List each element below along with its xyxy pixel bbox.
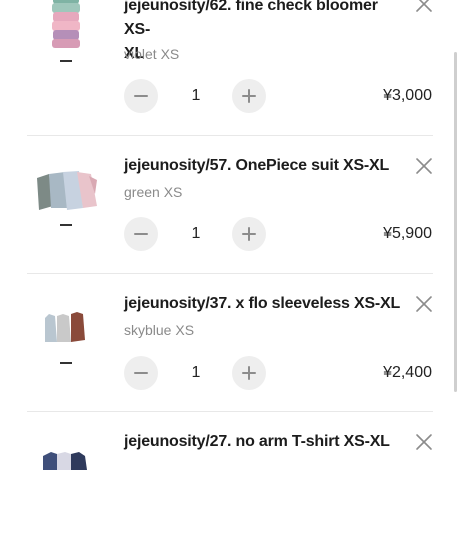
cart-item: jejeunosity/37. x flo sleeveless XS-XL s… bbox=[0, 276, 460, 414]
increase-quantity-button[interactable] bbox=[232, 356, 266, 390]
close-icon bbox=[416, 158, 432, 174]
minus-icon bbox=[134, 95, 148, 97]
decrease-quantity-button[interactable] bbox=[124, 356, 158, 390]
increase-quantity-button[interactable] bbox=[232, 79, 266, 113]
remove-item-button[interactable] bbox=[414, 156, 434, 176]
product-name-line: jejeunosity/57. OnePiece suit XS-XL bbox=[124, 157, 390, 174]
cart-item: jejeunosity/57. OnePiece suit XS-XL gree… bbox=[0, 138, 460, 276]
divider bbox=[27, 135, 433, 136]
product-variant: skyblue XS bbox=[124, 322, 195, 338]
quantity-value: 1 bbox=[191, 364, 201, 381]
minus-icon bbox=[134, 372, 148, 374]
item-price: ¥3,000 bbox=[383, 87, 432, 104]
product-image-tshirt[interactable] bbox=[27, 430, 105, 508]
product-image-bloomer[interactable] bbox=[27, 0, 105, 68]
scrollbar[interactable] bbox=[454, 52, 457, 392]
product-variant: violet XS bbox=[124, 46, 180, 62]
minus-icon bbox=[134, 233, 148, 235]
remove-item-button[interactable] bbox=[414, 0, 434, 14]
quantity-value: 1 bbox=[191, 225, 201, 242]
remove-item-button[interactable] bbox=[414, 432, 434, 452]
product-name[interactable]: jejeunosity/27. no arm T-shirt XS-XL bbox=[124, 430, 406, 454]
product-name[interactable]: jejeunosity/57. OnePiece suit XS-XL bbox=[124, 154, 406, 178]
close-icon bbox=[416, 0, 432, 12]
decrease-quantity-button[interactable] bbox=[124, 217, 158, 251]
cart-item: jejeunosity/27. no arm T-shirt XS-XL bbox=[0, 414, 460, 552]
close-icon bbox=[416, 296, 432, 312]
item-price: ¥5,900 bbox=[383, 225, 432, 242]
quantity-value: 1 bbox=[191, 87, 201, 104]
cart-item: jejeunosity/62. fine check bloomer XS- X… bbox=[0, 0, 460, 113]
product-name-line: jejeunosity/27. no arm T-shirt XS-XL bbox=[124, 433, 390, 450]
close-icon bbox=[416, 434, 432, 450]
product-image-onepiece[interactable] bbox=[27, 154, 105, 232]
product-image-sleeveless[interactable] bbox=[27, 292, 105, 370]
product-name-line: jejeunosity/62. fine check bloomer XS- bbox=[124, 0, 378, 38]
product-variant: green XS bbox=[124, 184, 183, 200]
divider bbox=[27, 411, 433, 412]
plus-icon bbox=[242, 89, 256, 103]
remove-item-button[interactable] bbox=[414, 294, 434, 314]
product-name[interactable]: jejeunosity/37. x flo sleeveless XS-XL bbox=[124, 292, 406, 316]
item-price: ¥2,400 bbox=[383, 364, 432, 381]
divider bbox=[27, 273, 433, 274]
increase-quantity-button[interactable] bbox=[232, 217, 266, 251]
plus-icon bbox=[242, 366, 256, 380]
plus-icon bbox=[242, 227, 256, 241]
decrease-quantity-button[interactable] bbox=[124, 79, 158, 113]
cart-item-list: jejeunosity/62. fine check bloomer XS- X… bbox=[0, 0, 460, 508]
product-name-line: jejeunosity/37. x flo sleeveless XS-XL bbox=[124, 295, 401, 312]
